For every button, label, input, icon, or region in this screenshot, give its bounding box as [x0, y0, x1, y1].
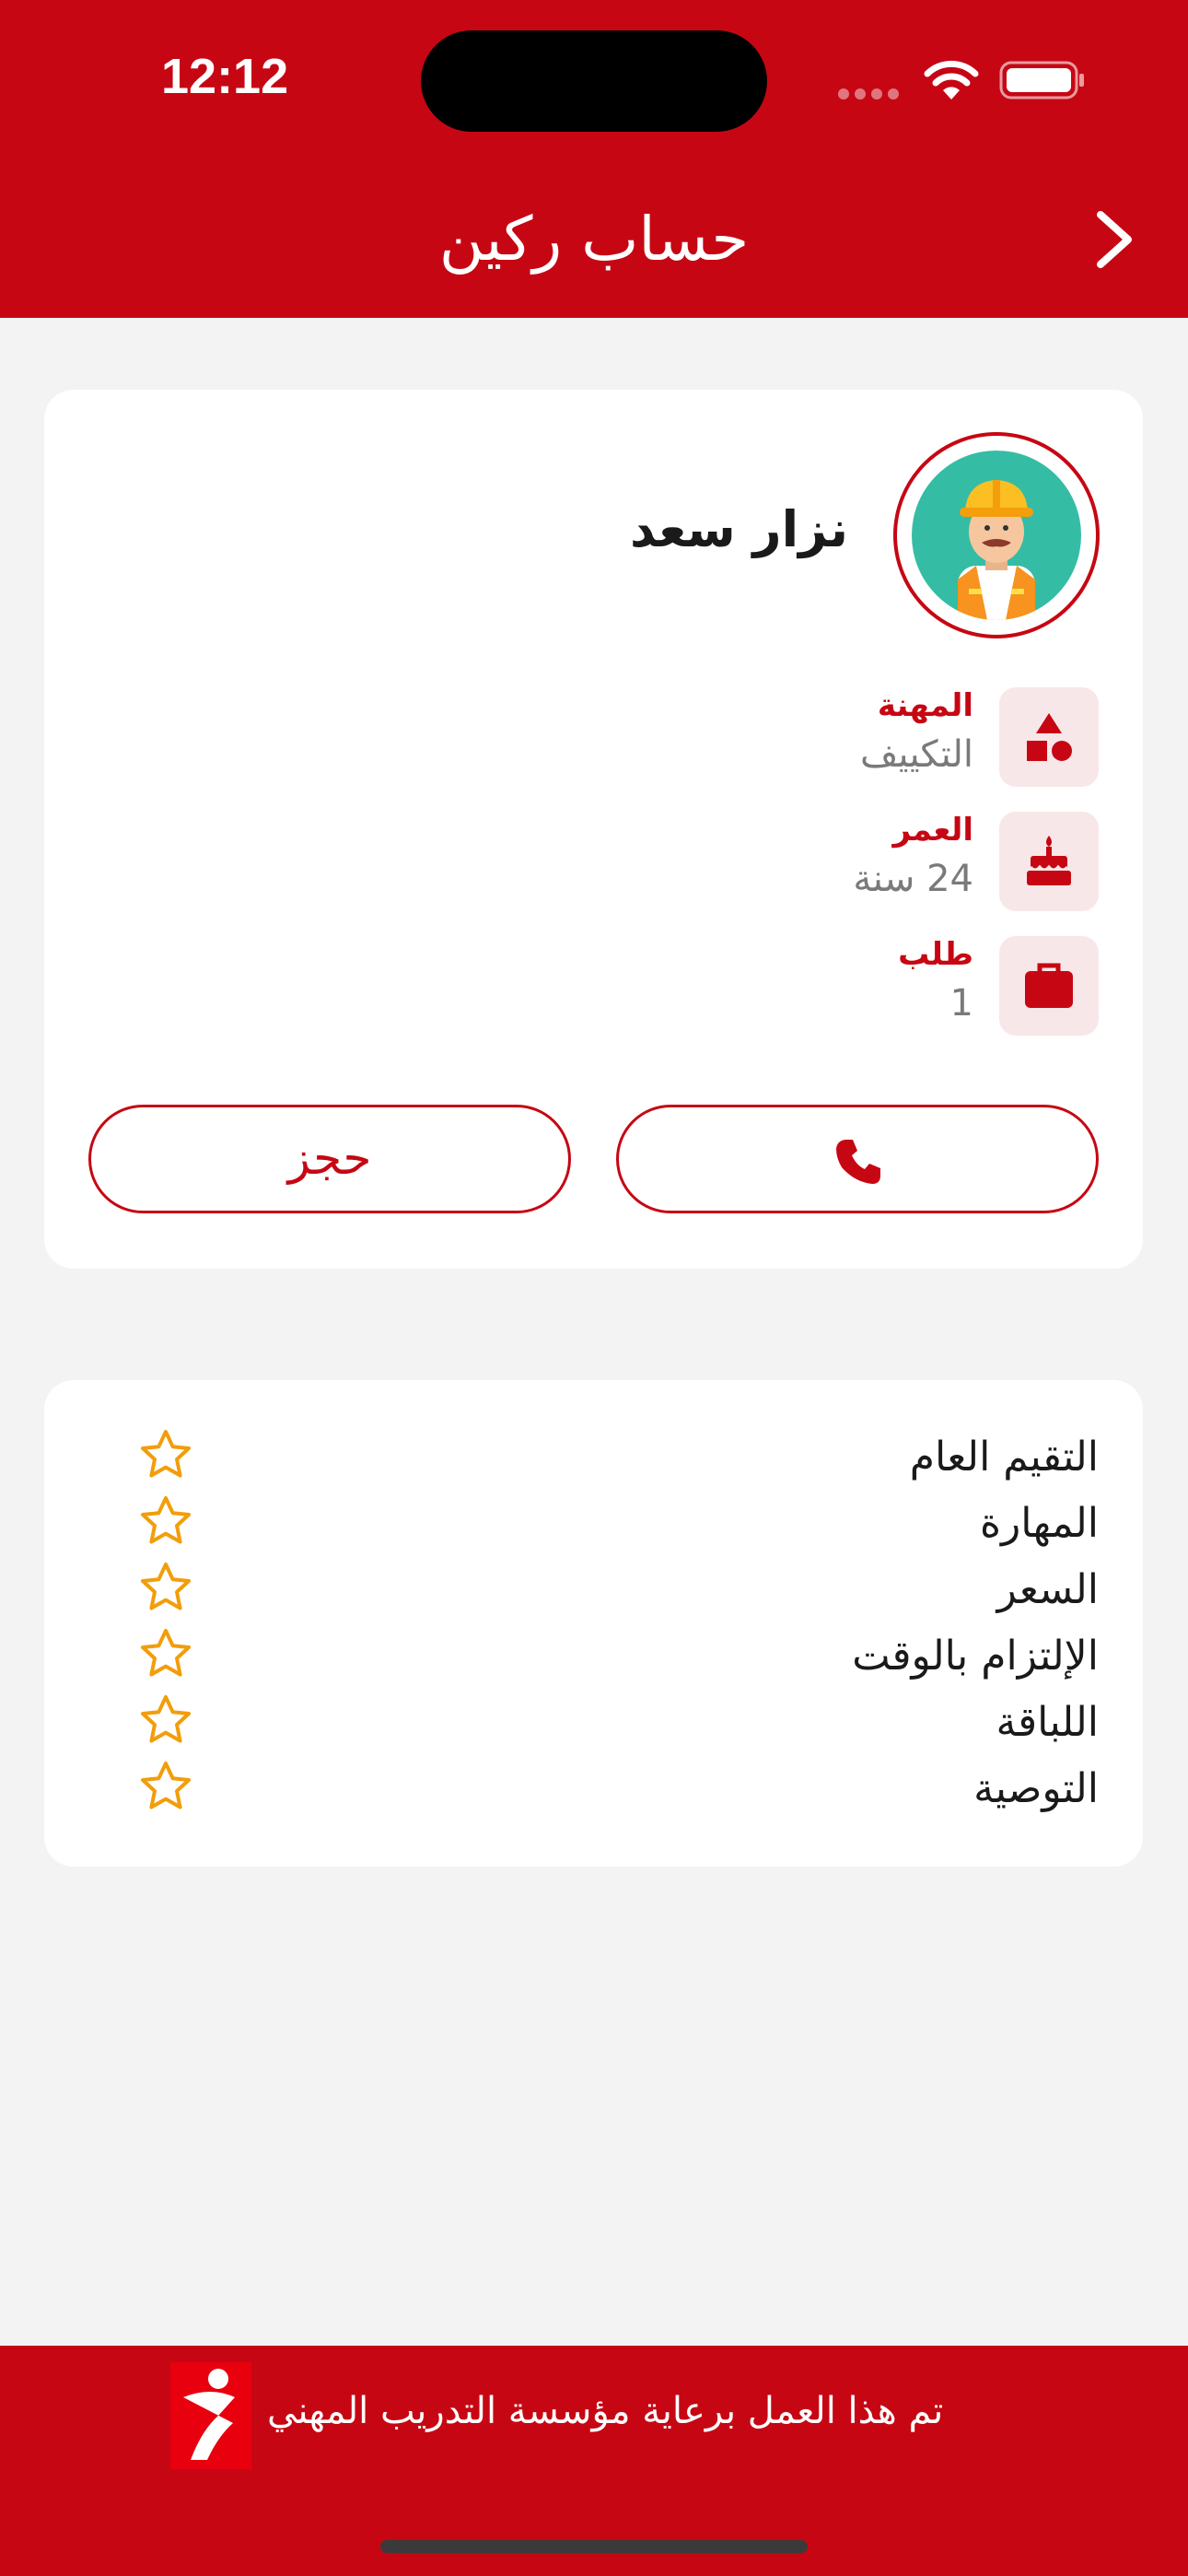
ratings-card: التقيم العام المهارة السعر الإلتزام بالو… — [44, 1380, 1143, 1867]
wifi-icon — [924, 60, 979, 100]
age-label: العمر — [892, 812, 973, 849]
footer-credit: تم هذا العمل برعاية مؤسسة التدريب المهني — [267, 2390, 944, 2432]
profile-card: نزار سعد المهنة التكييف العمر 24 سنة طلب… — [44, 390, 1143, 1269]
status-time: 12:12 — [161, 49, 289, 104]
call-button[interactable] — [616, 1105, 1099, 1213]
rating-row: الإلتزام بالوقت — [88, 1627, 1099, 1693]
home-indicator[interactable] — [380, 2540, 808, 2553]
rating-row: اللباقة — [88, 1693, 1099, 1760]
rating-label: التوصية — [973, 1765, 1099, 1812]
dynamic-island — [421, 30, 767, 132]
rating-label: اللباقة — [996, 1699, 1099, 1746]
orders-label: طلب — [898, 936, 973, 973]
book-button[interactable]: حجز — [88, 1105, 571, 1213]
star-icon[interactable] — [138, 1693, 193, 1749]
rating-label: التقيم العام — [909, 1434, 1099, 1481]
profession-value: التكييف — [859, 733, 973, 776]
star-icon[interactable] — [138, 1428, 193, 1483]
info-row-profession: المهنة التكييف — [730, 687, 1099, 787]
signal-icon — [838, 86, 904, 103]
phone-icon — [836, 1140, 880, 1184]
sponsor-logo-icon — [170, 2362, 251, 2469]
battery-icon — [999, 61, 1084, 100]
orders-value: 1 — [949, 982, 973, 1025]
rating-row: المهارة — [88, 1494, 1099, 1561]
info-row-orders: طلب 1 — [730, 936, 1099, 1036]
worker-avatar-icon — [958, 480, 1035, 620]
rating-row: التوصية — [88, 1760, 1099, 1826]
profession-label: المهنة — [877, 687, 973, 724]
age-value: 24 سنة — [853, 858, 973, 900]
star-icon[interactable] — [138, 1561, 193, 1616]
page-title: حساب ركين — [438, 204, 750, 275]
briefcase-icon — [1025, 963, 1073, 1008]
star-icon[interactable] — [138, 1627, 193, 1682]
rating-label: السعر — [996, 1566, 1099, 1613]
shapes-icon — [1027, 713, 1072, 761]
avatar — [893, 432, 1100, 638]
star-icon[interactable] — [138, 1494, 193, 1550]
rating-label: المهارة — [979, 1500, 1099, 1547]
worker-name: نزار سعد — [629, 500, 848, 558]
cake-icon — [1027, 836, 1071, 885]
status-icons — [838, 53, 1087, 109]
rating-label: الإلتزام بالوقت — [852, 1633, 1099, 1680]
star-icon[interactable] — [138, 1760, 193, 1815]
back-arrow-icon[interactable] — [1087, 207, 1142, 272]
rating-row: السعر — [88, 1561, 1099, 1627]
rating-row: التقيم العام — [88, 1428, 1099, 1494]
info-row-age: العمر 24 سنة — [730, 812, 1099, 911]
